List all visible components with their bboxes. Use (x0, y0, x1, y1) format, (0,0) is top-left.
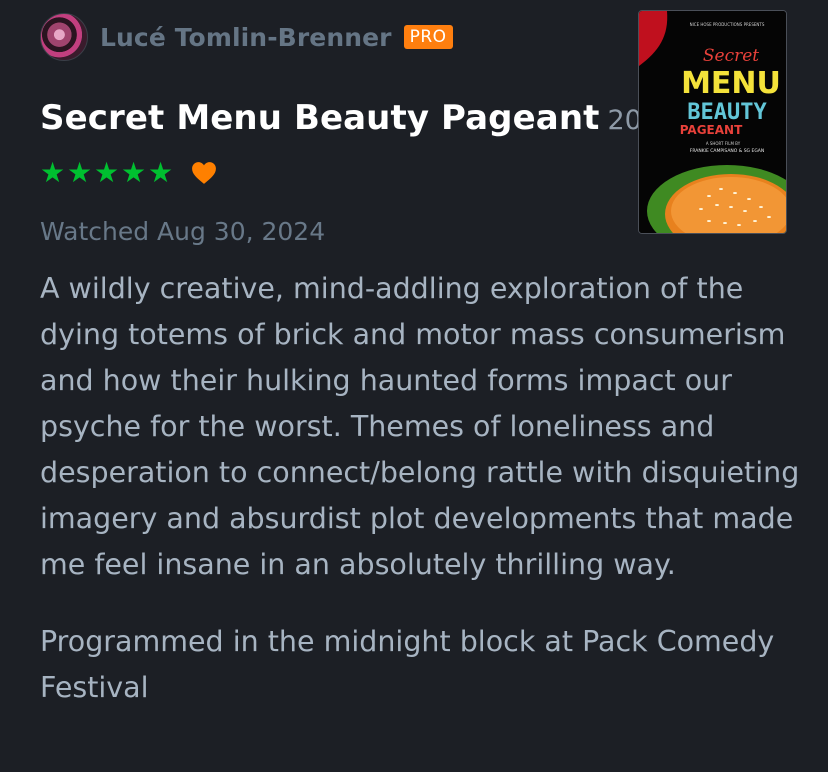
rating: ★ ★ ★ ★ ★ (40, 158, 217, 188)
poster-subline: A SHORT FILM BY (706, 141, 741, 146)
star-icon: ★ (148, 156, 174, 189)
film-poster[interactable]: NICE HOSE PRODUCTIONS PRESENTS Secret ME… (638, 10, 787, 234)
review-body: A wildly creative, mind-addling explorat… (40, 266, 800, 742)
avatar[interactable] (40, 13, 88, 61)
poster-title-line1: Secret (703, 46, 759, 66)
star-icon: ★ (94, 156, 120, 189)
heart-icon (192, 162, 216, 184)
review-paragraph: A wildly creative, mind-addling explorat… (40, 272, 800, 581)
poster-top-credit: NICE HOSE PRODUCTIONS PRESENTS (690, 22, 765, 27)
star-icon: ★ (67, 156, 93, 189)
poster-credit: FRANKIE CAMPISANO & SG EGAN (690, 148, 765, 154)
film-title-row: Secret Menu Beauty Pageant 2024 (40, 98, 676, 138)
film-title[interactable]: Secret Menu Beauty Pageant (40, 98, 599, 138)
poster-title-line4: PAGEANT (680, 123, 743, 137)
review-header: Lucé Tomlin-Brenner PRO (40, 12, 453, 62)
username[interactable]: Lucé Tomlin-Brenner (100, 23, 392, 52)
pro-badge: PRO (403, 25, 453, 49)
review-paragraph: Programmed in the midnight block at Pack… (40, 625, 775, 704)
star-icon: ★ (40, 156, 66, 189)
watched-date: Watched Aug 30, 2024 (40, 217, 326, 246)
star-icon: ★ (121, 156, 147, 189)
poster-title-line3: BEAUTY (687, 100, 767, 125)
poster-title-line2: MENU (681, 66, 781, 101)
